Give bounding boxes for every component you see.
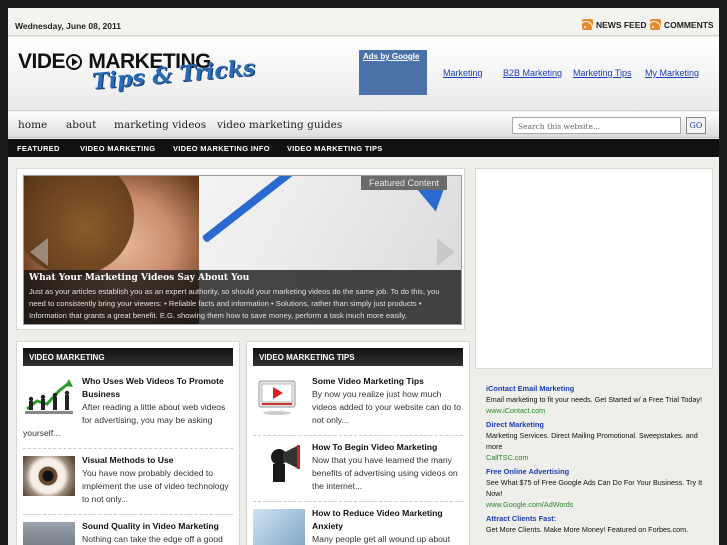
slider-prev-icon[interactable] (30, 238, 48, 266)
site-header: VIDE MARKETING Tips & Tricks Ads by Goog… (8, 37, 719, 111)
ad-body: Get More Clients. Make More Money! Featu… (486, 525, 689, 534)
text-ad: iContact Email Marketing Email marketing… (486, 383, 711, 416)
ad-url-link[interactable]: CallTSC.com (486, 452, 711, 463)
featured-slider[interactable]: Featured Content What Your Marketing Vid… (23, 175, 462, 325)
text-ad: Direct Marketing Marketing Services. Dir… (486, 419, 711, 463)
news-feed-link[interactable]: NEWS FEED (582, 19, 647, 30)
video-marketing-column: VIDEO MARKETING Who Uses Web Videos To P… (16, 341, 240, 545)
cat-video-marketing-tips[interactable]: VIDEO MARKETING TIPS (287, 144, 383, 153)
slide-title-link[interactable]: What Your Marketing Videos Say About You (29, 273, 458, 283)
anxiety-thumbnail[interactable] (253, 509, 305, 545)
megaphone-thumbnail[interactable] (253, 443, 305, 483)
divider (253, 435, 463, 436)
ad-link-b2b-marketing[interactable]: B2B Marketing (503, 68, 562, 78)
search-go-button[interactable]: GO (686, 117, 706, 134)
rss-icon (582, 19, 593, 30)
news-feed-label: NEWS FEED (596, 19, 647, 30)
ad-url-link[interactable]: www.iContact.com (486, 405, 711, 416)
video-marketing-tips-column: VIDEO MARKETING TIPS Some Video Marketin… (246, 341, 470, 545)
ad-link-marketing-tips[interactable]: Marketing Tips (573, 68, 632, 78)
search-input[interactable]: Search this website... (512, 117, 681, 134)
divider (23, 514, 233, 515)
cat-video-marketing[interactable]: VIDEO MARKETING (80, 144, 155, 153)
featured-content-badge: Featured Content (360, 176, 447, 190)
page: Wednesday, June 08, 2011 NEWS FEED COMME… (8, 0, 719, 545)
sound-quality-thumbnail[interactable] (23, 522, 75, 545)
slide-excerpt: Just as your articles establish you as a… (29, 287, 440, 320)
cat-featured[interactable]: FEATURED (17, 144, 60, 153)
ad-title-link[interactable]: Free Online Advertising (486, 466, 711, 477)
cat-video-marketing-info[interactable]: VIDEO MARKETING INFO (173, 144, 270, 153)
list-item: Some Video Marketing Tips By now you rea… (247, 372, 469, 433)
ad-title-link[interactable]: iContact Email Marketing (486, 383, 711, 394)
list-item: Visual Methods to Use You have now proba… (17, 451, 239, 512)
ad-body: Marketing Services. Direct Mailing Promo… (486, 431, 698, 451)
ad-body: See What $75 of Free Google Ads Can Do F… (486, 478, 703, 498)
google-ads-box: Ads by Google (359, 50, 427, 95)
column-heading: VIDEO MARKETING (23, 348, 233, 366)
nav-marketing-videos[interactable]: marketing videos (114, 119, 206, 131)
text-ad: Attract Clients Fast: Get More Clients. … (486, 513, 711, 535)
ad-body: Email marketing to fit your needs. Get S… (486, 395, 702, 404)
slide-caption: What Your Marketing Videos Say About You… (24, 270, 461, 324)
ad-link-marketing[interactable]: Marketing (443, 68, 483, 78)
sidebar-text-ads: iContact Email Marketing Email marketing… (486, 383, 711, 538)
ad-title-link[interactable]: Direct Marketing (486, 419, 711, 430)
nav-home[interactable]: home (18, 119, 47, 131)
video-player-thumbnail[interactable] (253, 377, 305, 417)
nav-video-marketing-guides[interactable]: video marketing guides (217, 119, 342, 131)
list-item: Who Uses Web Videos To Promote Business … (17, 372, 239, 446)
ads-by-google-link[interactable]: Ads by Google (359, 50, 427, 63)
comments-feed-label: COMMENTS (664, 19, 714, 30)
comments-feed-link[interactable]: COMMENTS (650, 19, 714, 30)
ad-title-link[interactable]: Attract Clients Fast: (486, 513, 711, 524)
sidebar-ad-box (475, 168, 713, 369)
top-bar: Wednesday, June 08, 2011 NEWS FEED COMME… (8, 8, 719, 36)
logo-text-left: VIDE (18, 50, 66, 73)
divider (253, 501, 463, 502)
divider (23, 448, 233, 449)
main-nav: home about marketing videos video market… (8, 112, 719, 138)
current-date: Wednesday, June 08, 2011 (15, 21, 121, 31)
business-growth-thumbnail[interactable] (23, 377, 75, 417)
column-heading: VIDEO MARKETING TIPS (253, 348, 463, 366)
ad-link-my-marketing[interactable]: My Marketing (645, 68, 699, 78)
ad-url-link[interactable]: www.Google.com/AdWords (486, 499, 711, 510)
eye-thumbnail[interactable] (23, 456, 75, 496)
category-bar: FEATURED VIDEO MARKETING VIDEO MARKETING… (8, 139, 719, 157)
list-item: Sound Quality in Video Marketing Nothing… (17, 517, 239, 545)
text-ad: Free Online Advertising See What $75 of … (486, 466, 711, 510)
top-strip (8, 0, 719, 8)
list-item: How to Reduce Video Marketing Anxiety Ma… (247, 504, 469, 545)
rss-icon (650, 19, 661, 30)
nav-about[interactable]: about (66, 119, 96, 131)
play-icon (66, 54, 83, 70)
list-item: How To Begin Video Marketing Now that yo… (247, 438, 469, 499)
slider-next-icon[interactable] (437, 238, 455, 266)
